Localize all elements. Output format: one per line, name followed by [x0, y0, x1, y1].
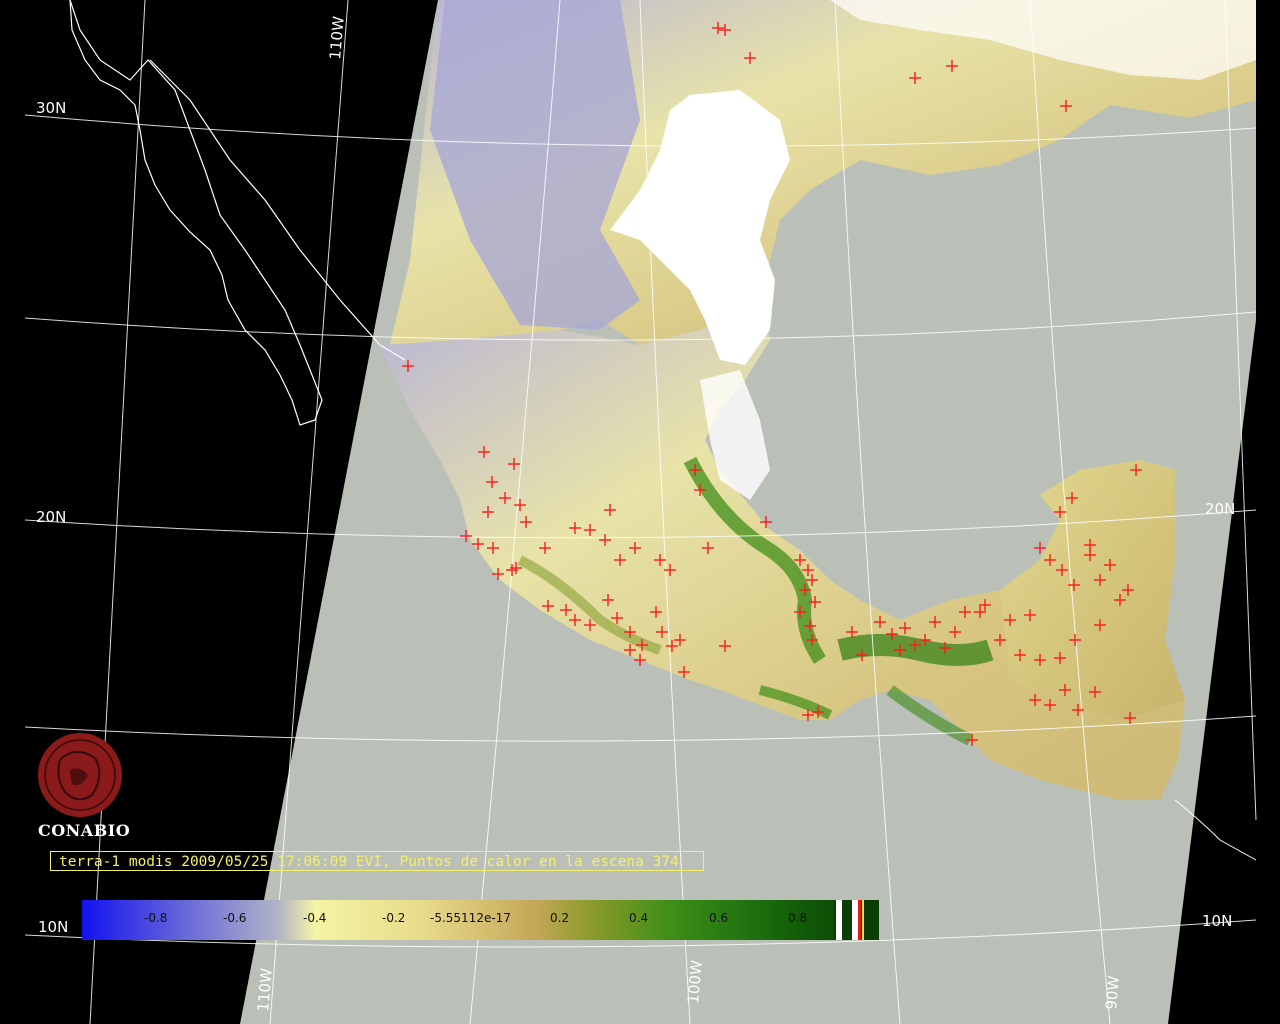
colorbar-tick: -0.8	[144, 911, 168, 925]
lat-label-10n-right: 10N	[1202, 912, 1232, 930]
colorbar-tick: -5.55112e-17	[430, 911, 511, 925]
lat-label-20n-right: 20N	[1205, 500, 1235, 518]
colorbar-tick: 0.2	[550, 911, 570, 925]
conabio-seal-icon	[38, 733, 122, 817]
lat-label-10n-left: 10N	[38, 918, 68, 936]
lon-label-90w-bottom: 90W	[1102, 975, 1123, 1011]
colorbar-tick: 0.6	[709, 911, 729, 925]
colorbar-yellow-swatch	[862, 900, 864, 940]
colorbar-white-swatch	[836, 900, 842, 940]
lon-label-110w-bottom: 110W	[254, 967, 276, 1012]
scene-caption: terra-1 modis 2009/05/25 17:06:09 EVI, P…	[50, 851, 704, 871]
lon-label-100w-bottom: 100W	[684, 959, 706, 1004]
colorbar-tick: -0.6	[223, 911, 247, 925]
colorbar-red-swatch	[858, 900, 861, 940]
lat-label-20n-left: 20N	[36, 508, 66, 526]
evi-colorbar: -0.8 -0.6 -0.4 -0.2 -5.55112e-17 0.2 0.4…	[82, 900, 879, 940]
colorbar-tick: -0.4	[303, 911, 327, 925]
colorbar-tick: 0.8	[788, 911, 808, 925]
lon-label-110w-top: 110W	[326, 15, 348, 60]
colorbar-tick: -0.2	[382, 911, 406, 925]
conabio-logo-text: CONABIO	[38, 821, 131, 840]
colorbar-tick: 0.4	[629, 911, 649, 925]
lat-label-30n: 30N	[36, 99, 66, 117]
